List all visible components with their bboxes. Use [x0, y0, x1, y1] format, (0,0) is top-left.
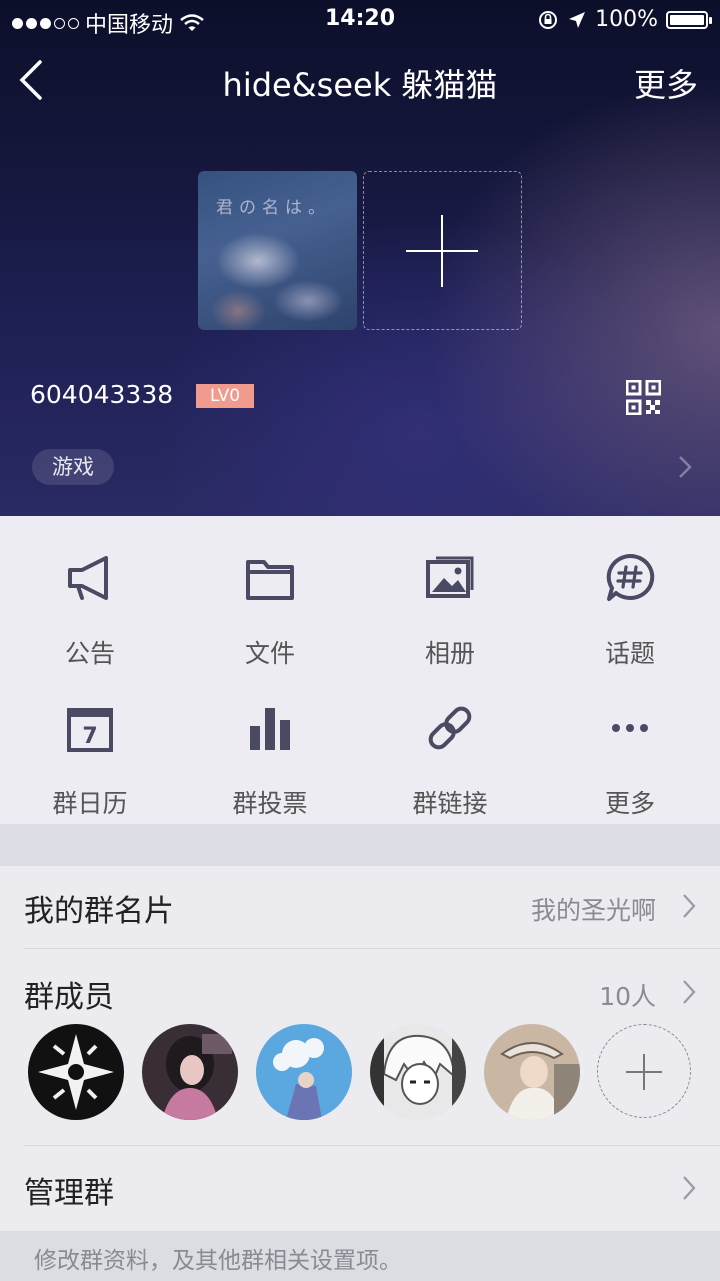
avatar-image [142, 1024, 238, 1120]
grid-item-more[interactable]: 更多 [540, 688, 720, 828]
grid-label: 群日历 [52, 789, 128, 818]
grid-label: 相册 [424, 639, 475, 668]
status-bar: 中国移动 14:20 100% [0, 0, 720, 40]
footer-note: 修改群资料，及其他群相关设置项。 [0, 1231, 720, 1281]
level-badge: LV0 [196, 384, 254, 408]
grid-label: 话题 [604, 639, 655, 668]
member-avatar[interactable] [256, 1024, 352, 1120]
calendar-day: 7 [82, 724, 97, 749]
photo-album-icon [426, 556, 474, 598]
grid-item-album[interactable]: 相册 [360, 538, 540, 678]
members-label: 群成员 [24, 980, 114, 1015]
orientation-lock-icon [539, 10, 558, 29]
chevron-right-icon [683, 980, 696, 1004]
group-header: 中国移动 14:20 100% hide&seek 躲猫猫 更多 君の名は。 6… [0, 0, 720, 516]
grid-label: 更多 [604, 789, 655, 818]
battery-icon [666, 10, 712, 29]
link-icon [428, 706, 472, 750]
member-avatar[interactable] [370, 1024, 466, 1120]
add-photo-button[interactable] [363, 171, 522, 330]
my-group-card-value: 我的圣光啊 [530, 896, 656, 925]
grid-item-calendar[interactable]: 7 群日历 [0, 688, 180, 828]
page-title: hide&seek 躲猫猫 [222, 66, 498, 104]
grid-item-files[interactable]: 文件 [180, 538, 360, 678]
chevron-right-icon [683, 894, 696, 918]
grid-item-announcement[interactable]: 公告 [0, 538, 180, 678]
member-avatar[interactable] [484, 1024, 580, 1120]
grid-item-topics[interactable]: 话题 [540, 538, 720, 678]
qr-code-icon[interactable] [626, 380, 661, 415]
chevron-right-icon [683, 1176, 696, 1200]
avatar-image [28, 1024, 124, 1120]
grid-label: 公告 [64, 639, 115, 668]
divider [24, 948, 720, 949]
feature-grid: 公告 文件 相册 话题 7 群日历 群投票 群链接 更多 [0, 516, 720, 824]
avatar-image [256, 1024, 352, 1120]
members-count: 10人 [599, 982, 656, 1011]
battery-percent: 100% [595, 7, 658, 32]
more-button[interactable]: 更多 [634, 60, 698, 106]
battery-level [670, 14, 704, 25]
grid-label: 群投票 [232, 789, 308, 818]
photo-caption: 君の名は。 [216, 198, 331, 218]
bar-chart-icon [250, 708, 290, 750]
chevron-right-icon[interactable] [678, 455, 692, 479]
group-photo[interactable]: 君の名は。 [198, 171, 357, 330]
grid-item-vote[interactable]: 群投票 [180, 688, 360, 828]
megaphone-icon [68, 556, 108, 600]
manage-group-label: 管理群 [24, 1176, 114, 1211]
add-member-button[interactable] [597, 1024, 691, 1118]
divider [24, 1145, 720, 1146]
member-avatar[interactable] [28, 1024, 124, 1120]
footer-note-text: 修改群资料，及其他群相关设置项。 [34, 1248, 402, 1274]
avatar-image [370, 1024, 466, 1120]
status-right: 100% [537, 7, 712, 32]
group-number: 604043338 [30, 380, 174, 409]
location-arrow-icon [569, 11, 586, 28]
member-avatar[interactable] [142, 1024, 238, 1120]
grid-label: 文件 [244, 639, 295, 668]
folder-icon [246, 560, 294, 600]
grid-label: 群链接 [412, 789, 488, 818]
group-tag[interactable]: 游戏 [32, 449, 114, 485]
hashtag-chat-icon [606, 553, 655, 601]
more-dots-icon [612, 724, 648, 732]
avatar-image [484, 1024, 580, 1120]
calendar-icon: 7 [67, 708, 113, 752]
my-group-card-label: 我的群名片 [24, 894, 174, 929]
section-divider [0, 824, 720, 866]
grid-item-link[interactable]: 群链接 [360, 688, 540, 828]
